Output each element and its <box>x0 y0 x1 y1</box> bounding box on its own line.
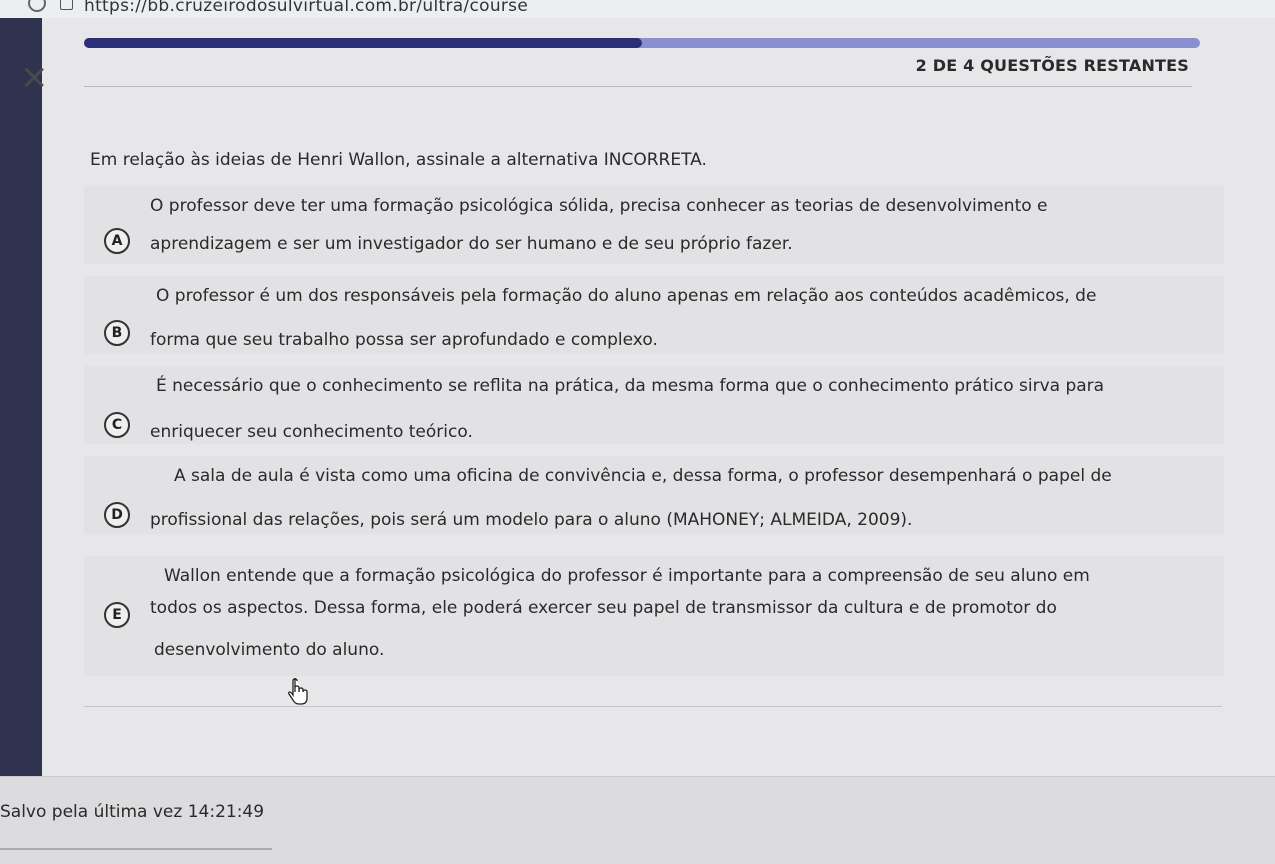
option-text-line: desenvolvimento do aluno. <box>154 640 385 660</box>
option-a[interactable]: A O professor deve ter uma formação psic… <box>84 186 1224 264</box>
left-sidebar <box>0 18 42 776</box>
option-letter[interactable]: A <box>104 228 130 254</box>
close-icon[interactable]: × <box>20 60 49 94</box>
option-text-line: profissional das relações, pois será um … <box>150 510 913 530</box>
header-divider <box>84 86 1192 87</box>
last-saved-label: Salvo pela última vez 14:21:49 <box>0 802 265 822</box>
option-text-line: todos os aspectos. Dessa forma, ele pode… <box>150 598 1057 618</box>
option-text-line: forma que seu trabalho possa ser aprofun… <box>150 330 658 350</box>
lock-icon <box>60 0 73 10</box>
option-c[interactable]: C É necessário que o conhecimento se ref… <box>84 366 1224 444</box>
option-letter[interactable]: B <box>104 320 130 346</box>
option-text-line: É necessário que o conhecimento se refli… <box>156 376 1105 396</box>
address-bar[interactable]: https://bb.cruzeirodosulvirtual.com.br/u… <box>84 0 528 16</box>
browser-toolbar: https://bb.cruzeirodosulvirtual.com.br/u… <box>0 0 1275 19</box>
footer-divider <box>0 848 272 850</box>
option-text-line: Wallon entende que a formação psicológic… <box>164 566 1090 586</box>
option-text-line: A sala de aula é vista como uma oficina … <box>174 466 1112 486</box>
content-divider <box>84 706 1222 707</box>
questions-remaining-label: 2 DE 4 QUESTÕES RESTANTES <box>915 56 1189 75</box>
option-letter[interactable]: D <box>104 502 130 528</box>
option-text-line: aprendizagem e ser um investigador do se… <box>150 234 793 254</box>
option-b[interactable]: B O professor é um dos responsáveis pela… <box>84 276 1224 354</box>
question-text: Em relação às ideias de Henri Wallon, as… <box>90 150 707 170</box>
option-text-line: enriquecer seu conhecimento teórico. <box>150 422 473 442</box>
progress-bar <box>84 38 1200 48</box>
option-text-line: O professor deve ter uma formação psicol… <box>150 196 1048 216</box>
option-e[interactable]: E Wallon entende que a formação psicológ… <box>84 556 1224 676</box>
option-text-line: O professor é um dos responsáveis pela f… <box>156 286 1097 306</box>
option-letter[interactable]: C <box>104 412 130 438</box>
option-letter[interactable]: E <box>104 602 130 628</box>
progress-fill <box>84 38 642 48</box>
option-d[interactable]: D A sala de aula é vista como uma oficin… <box>84 456 1224 534</box>
reload-icon[interactable] <box>28 0 46 12</box>
hand-pointer-icon <box>288 678 308 705</box>
